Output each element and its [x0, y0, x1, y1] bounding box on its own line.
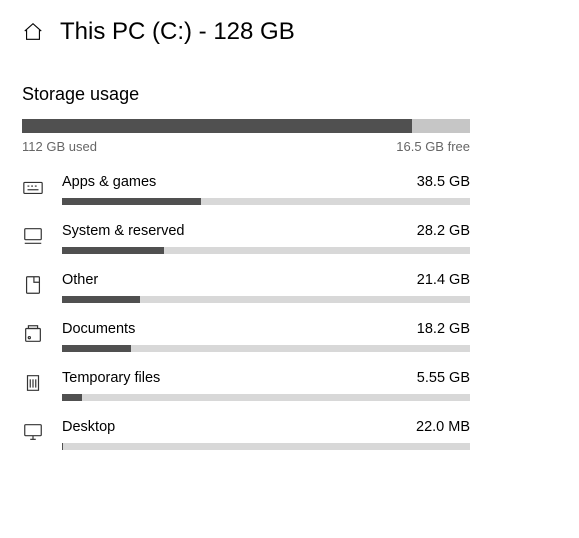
category-bar [62, 345, 470, 352]
category-bar-fill [62, 247, 164, 254]
category-bar-fill [62, 345, 131, 352]
category-item-documents[interactable]: Documents 18.2 GB [22, 321, 557, 352]
system-icon [22, 225, 44, 247]
category-bar-fill [62, 296, 140, 303]
category-name: System & reserved [62, 223, 185, 239]
category-bar [62, 443, 470, 450]
desktop-icon [22, 421, 44, 443]
category-name: Desktop [62, 419, 115, 435]
category-name: Other [62, 272, 98, 288]
category-name: Apps & games [62, 174, 156, 190]
category-bar-fill [62, 198, 201, 205]
category-item-temp[interactable]: Temporary files 5.55 GB [22, 370, 557, 401]
apps-icon [22, 176, 44, 198]
category-name: Temporary files [62, 370, 160, 386]
category-size: 22.0 MB [416, 419, 470, 435]
category-bar [62, 247, 470, 254]
total-usage-bar [22, 119, 470, 133]
other-icon [22, 274, 44, 296]
free-label: 16.5 GB free [396, 139, 470, 154]
total-usage-bar-fill [22, 119, 412, 133]
category-bar-fill [62, 394, 82, 401]
category-item-desktop[interactable]: Desktop 22.0 MB [22, 419, 557, 450]
temp-icon [22, 372, 44, 394]
category-size: 38.5 GB [417, 174, 470, 190]
documents-icon [22, 323, 44, 345]
page-title: This PC (C:) - 128 GB [60, 18, 295, 46]
category-item-system[interactable]: System & reserved 28.2 GB [22, 223, 557, 254]
section-heading: Storage usage [22, 84, 557, 105]
category-item-apps[interactable]: Apps & games 38.5 GB [22, 174, 557, 205]
category-name: Documents [62, 321, 135, 337]
category-item-other[interactable]: Other 21.4 GB [22, 272, 557, 303]
category-bar [62, 198, 470, 205]
category-size: 21.4 GB [417, 272, 470, 288]
category-bar [62, 394, 470, 401]
category-size: 28.2 GB [417, 223, 470, 239]
category-bar [62, 296, 470, 303]
home-icon[interactable] [22, 21, 44, 43]
category-size: 5.55 GB [417, 370, 470, 386]
category-size: 18.2 GB [417, 321, 470, 337]
used-label: 112 GB used [22, 139, 97, 154]
